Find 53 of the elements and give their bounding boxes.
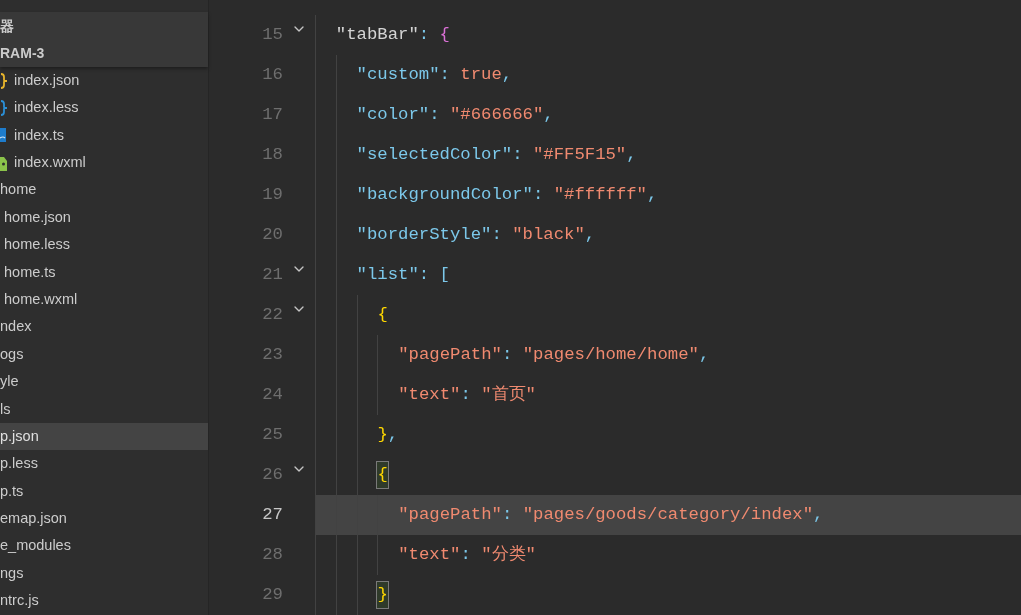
code-line: },: [315, 415, 1021, 455]
file-tree-item[interactable]: ls: [0, 395, 208, 424]
line-number: 21: [261, 264, 283, 287]
line-number: 22: [261, 304, 283, 327]
line-number: 28: [261, 544, 283, 567]
project-name[interactable]: RAM-3: [0, 40, 208, 67]
file-tree-item[interactable]: ogs: [0, 340, 208, 369]
code-line: "selectedColor": "#FF5F15",: [315, 135, 1021, 175]
code-line: "list": [: [315, 255, 1021, 295]
file-tree-item[interactable]: yle: [0, 368, 208, 396]
line-number: 23: [261, 344, 283, 367]
file-tree-item[interactable]: e_modules: [0, 532, 208, 561]
file-tree-item[interactable]: p.less: [0, 450, 208, 478]
file-tree-item[interactable]: ngs: [0, 560, 208, 588]
code-line: "custom": true,: [315, 55, 1021, 95]
code-line: "backgroundColor": "#ffffff",: [315, 175, 1021, 215]
line-number: 19: [261, 184, 283, 207]
line-number: 24: [261, 384, 283, 407]
code-line: "pagePath": "pages/home/home",: [315, 335, 1021, 375]
panel-title: 器: [0, 16, 15, 36]
file-tree-item[interactable]: index.ts: [0, 121, 208, 150]
file-tree-item[interactable]: ntrc.js: [0, 587, 208, 615]
line-number: 29: [261, 584, 283, 607]
line-number: 17: [261, 104, 283, 127]
line-number: 18: [261, 144, 283, 167]
code-line: "borderStyle": "black",: [315, 215, 1021, 255]
file-tree-item[interactable]: index.less: [0, 94, 208, 122]
line-number: 16: [261, 64, 283, 87]
file-tree-item[interactable]: ndex: [0, 313, 208, 341]
file-tree-item[interactable]: p.ts: [0, 477, 208, 506]
line-number: 26: [261, 464, 283, 487]
file-tree-item[interactable]: home.ts: [0, 258, 208, 287]
file-tree-item[interactable]: index.json: [0, 67, 208, 95]
code-line: "color": "#666666",: [315, 95, 1021, 135]
file-tree-item[interactable]: emap.json: [0, 505, 208, 533]
code-line: "text": "分类": [315, 535, 1021, 575]
file-tree-item[interactable]: home.wxml: [0, 286, 208, 314]
code-line: }: [315, 575, 1021, 615]
braces-icon: [0, 72, 8, 89]
code-line: "text": "首页": [315, 375, 1021, 415]
line-number: 20: [261, 224, 283, 247]
file-tree-item[interactable]: home.json: [0, 203, 208, 232]
braces-icon: [0, 100, 8, 117]
file-tree-item[interactable]: home: [0, 176, 208, 204]
line-number: 15: [261, 24, 283, 47]
file-tree-item[interactable]: index.wxml: [0, 149, 208, 177]
file-tree-item[interactable]: home.less: [0, 231, 208, 259]
file-type-icon: [0, 128, 6, 143]
code-line: {: [315, 295, 1021, 335]
file-tree-item[interactable]: p.json: [0, 423, 208, 451]
code-line: "tabBar": {: [315, 15, 1021, 55]
line-number: 27: [261, 504, 283, 527]
line-number: 25: [261, 424, 283, 447]
